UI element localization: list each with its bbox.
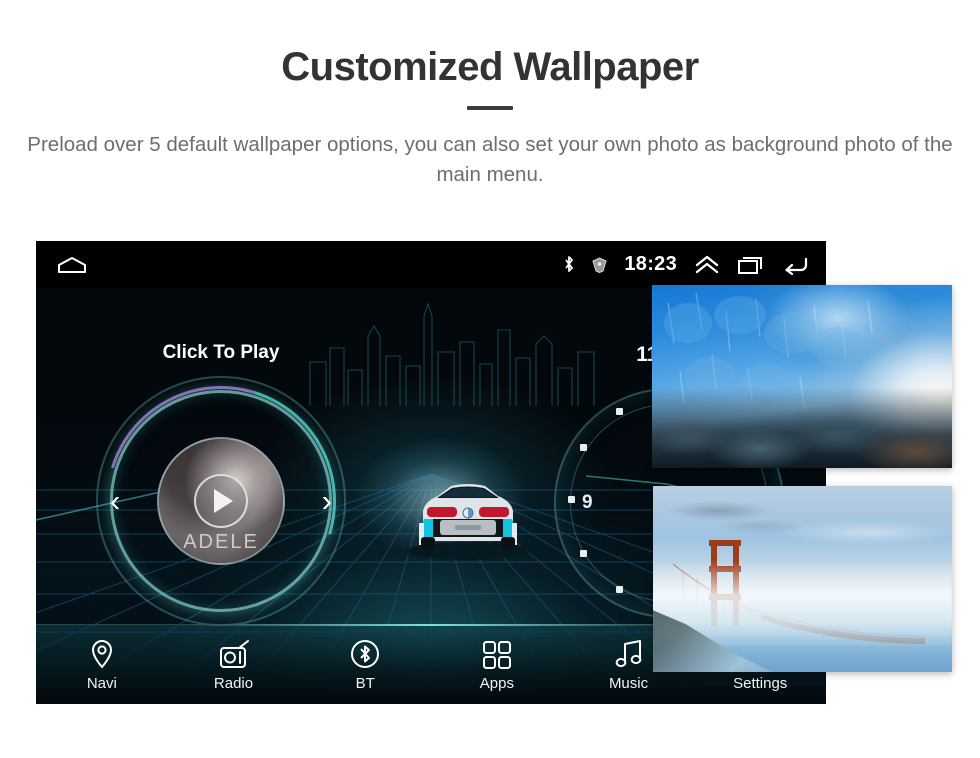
dock-item-radio[interactable]: Radio: [168, 638, 300, 692]
bluetooth-circle-icon: [350, 638, 380, 669]
dock-label-bt: BT: [355, 674, 375, 692]
album-title: ADELE: [183, 531, 259, 553]
click-to-play-label: Click To Play: [162, 342, 280, 363]
dock-item-apps[interactable]: Apps: [431, 638, 563, 692]
play-icon[interactable]: [194, 474, 248, 528]
ice-cave-foreground-rocks: [652, 387, 952, 468]
music-note-icon: [614, 638, 644, 669]
status-bar-right: 18:23: [563, 253, 810, 276]
status-bar: 18:23: [36, 241, 826, 288]
bluetooth-icon: [563, 255, 575, 274]
location-pin-icon: [89, 638, 115, 669]
radio-icon: [218, 638, 250, 669]
dock-label-music: Music: [608, 674, 649, 692]
gauge-tick: [616, 586, 623, 593]
shield-indicator-icon: [592, 256, 607, 273]
dock-label-radio: Radio: [213, 674, 254, 692]
dock-item-navi[interactable]: Navi: [36, 638, 168, 692]
dock-label-navi: Navi: [86, 674, 117, 692]
ice-cave-wallpaper[interactable]: [652, 285, 952, 468]
page-header: Customized Wallpaper Preload over 5 defa…: [0, 0, 980, 189]
page-title: Customized Wallpaper: [281, 45, 699, 89]
gauge-tick: [568, 496, 575, 503]
recents-icon[interactable]: [737, 255, 765, 275]
golden-gate-bridge-wallpaper[interactable]: [653, 486, 952, 672]
status-bar-clock: 18:23: [624, 253, 677, 275]
gauge-dial-number: 9: [582, 492, 593, 513]
back-arrow-icon[interactable]: [782, 255, 810, 275]
gauge-tick: [580, 444, 587, 451]
play-triangle: [214, 489, 233, 513]
home-icon[interactable]: [57, 256, 87, 274]
gauge-tick: [616, 408, 623, 415]
dock-item-bt[interactable]: BT: [299, 638, 431, 692]
page-subtitle: Preload over 5 default wallpaper options…: [27, 133, 953, 186]
dock-label-settings: Settings: [733, 674, 788, 692]
grid-apps-icon: [482, 638, 511, 669]
dock-label-apps: Apps: [479, 674, 514, 692]
music-widget[interactable]: Click To Play ADELE ‹ ›: [65, 342, 377, 657]
double-chevron-up-icon[interactable]: [694, 255, 720, 275]
chevron-right-icon[interactable]: ›: [322, 485, 332, 516]
gauge-tick: [580, 550, 587, 557]
chevron-left-icon[interactable]: ‹: [110, 485, 120, 516]
title-divider: [467, 106, 513, 110]
bmw-i8-rear-illustration: [393, 463, 543, 568]
page-root: Customized Wallpaper Preload over 5 defa…: [0, 0, 980, 758]
